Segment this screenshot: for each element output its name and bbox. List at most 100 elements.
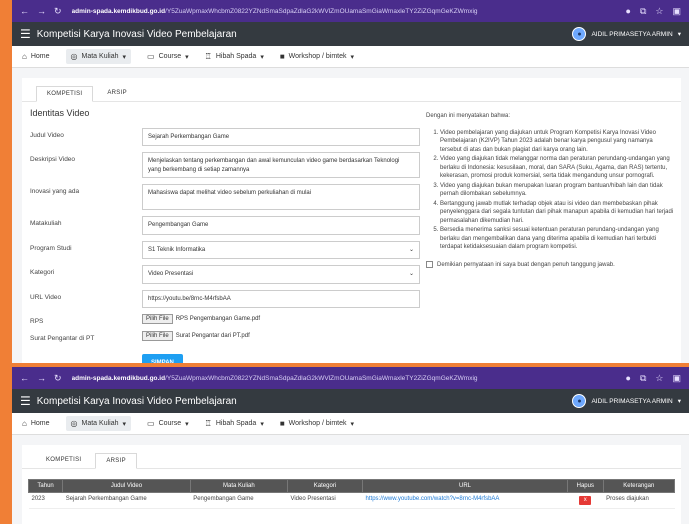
row-prodi: Program Studi S1 Teknik Informatika ⌄ xyxy=(30,240,420,260)
share-icon[interactable]: ⧉ xyxy=(640,6,646,17)
chevron-down-icon: ▾ xyxy=(260,420,264,428)
save-button[interactable]: SIMPAN xyxy=(142,353,183,363)
th-url: URL xyxy=(362,479,568,493)
th-kategori: Kategori xyxy=(286,479,364,493)
reload-icon[interactable]: ↻ xyxy=(54,6,62,17)
forward-icon[interactable]: → xyxy=(37,373,46,384)
back-icon[interactable]: ← xyxy=(20,373,29,384)
menu-workshop[interactable]: ■ Workshop / bimtek ▾ xyxy=(280,52,354,61)
menu-mata-kuliah[interactable]: ◎ Mata Kuliah ▾ xyxy=(65,49,131,64)
inovasi-label: Inovasi yang ada xyxy=(30,188,80,196)
cell-hapus: x xyxy=(567,492,604,509)
window-icon[interactable]: ▣ xyxy=(672,6,681,17)
agree-row: Demikian pernyataan ini saya buat dengan… xyxy=(426,261,675,270)
matakuliah-input[interactable]: Pengembangan Game xyxy=(142,216,420,235)
book-icon: ■ xyxy=(279,52,285,61)
window-icon[interactable]: ▣ xyxy=(672,373,681,384)
home-icon: ⌂ xyxy=(22,419,27,428)
prodi-select[interactable]: S1 Teknik Informatika ⌄ xyxy=(142,240,420,260)
menu-home[interactable]: ⌂ Home xyxy=(22,419,50,428)
deskripsi-label: Deskripsi Video xyxy=(30,156,76,164)
url-host: admin-spada.kemdikbud.go.id xyxy=(71,7,166,15)
row-deskripsi: Deskripsi Video Menjelaskan tentang perk… xyxy=(30,152,420,179)
user-name: AIDIL PRIMASETYA ARMIN xyxy=(591,397,673,405)
inovasi-textarea[interactable]: Mahasiswa dapat melihat video sebelum pe… xyxy=(142,184,420,211)
table-row: 2023 Sejarah Perkembangan Game Pengemban… xyxy=(28,492,675,509)
cell-kategori: Video Presentasi xyxy=(287,492,363,509)
star-icon[interactable]: ☆ xyxy=(655,6,663,17)
hamburger-icon[interactable]: ☰ xyxy=(20,394,31,408)
tab-kompetisi[interactable]: KOMPETISI xyxy=(36,453,91,468)
rps-choose-button[interactable]: Pilih File xyxy=(142,313,173,324)
chevron-down-icon: ▾ xyxy=(677,398,681,405)
tab-arsip[interactable]: ARSIP xyxy=(97,86,137,101)
menu-mata-kuliah[interactable]: ◎ Mata Kuliah ▾ xyxy=(65,416,131,431)
menu-hibah[interactable]: ♖ Hibah Spada ▾ xyxy=(205,419,264,428)
main-menu: ⌂ Home ◎ Mata Kuliah ▾ ▭ Course ▾ ♖ Hiba… xyxy=(12,46,689,68)
menu-hibah[interactable]: ♖ Hibah Spada ▾ xyxy=(205,52,264,61)
th-hapus: Hapus xyxy=(566,479,604,493)
row-surat: Surat Pengantar di PT Pilih File Surat P… xyxy=(30,330,420,342)
app-header: ☰ Kompetisi Karya Inovasi Video Pembelaj… xyxy=(12,22,689,46)
declaration-intro: Dengan ini menyatakan bahwa: xyxy=(426,113,511,119)
user-menu[interactable]: ● AIDIL PRIMASETYA ARMIN ▾ xyxy=(572,394,681,408)
surat-choose-button[interactable]: Pilih File xyxy=(142,330,173,341)
menu-hibah-label: Hibah Spada xyxy=(215,420,257,427)
declaration-item: Bertanggung jawab mutlak terhadap objek … xyxy=(440,200,675,226)
tab-kompetisi[interactable]: KOMPETISI xyxy=(36,86,94,102)
menu-hibah-label: Hibah Spada xyxy=(215,53,257,60)
menu-course[interactable]: ▭ Course ▾ xyxy=(147,419,189,428)
th-judul: Judul Video xyxy=(62,479,191,493)
menu-course-label: Course xyxy=(158,420,182,427)
kompetisi-card: KOMPETISI ARSIP Identitas Video Judul Vi… xyxy=(22,78,681,363)
row-judul: Judul Video Sejarah Perkembangan Game xyxy=(30,128,420,147)
tab-bar: KOMPETISI ARSIP xyxy=(22,78,681,102)
menu-workshop-label: Workshop / bimtek xyxy=(288,420,347,427)
share-icon[interactable]: ⧉ xyxy=(640,373,646,384)
chevron-down-icon: ▾ xyxy=(122,53,126,61)
judul-input[interactable]: Sejarah Perkembangan Game xyxy=(142,128,420,147)
browser-toolbar: ← → ↻ admin-spada.kemdikbud.go.id/Y5ZuaW… xyxy=(12,367,689,389)
agree-checkbox[interactable] xyxy=(426,261,433,269)
chevron-down-icon: ⌄ xyxy=(408,271,414,278)
url-path: /Y5ZuaWpmaxWhcbmZ0822YZNdSmaSdpaZdlaG2kW… xyxy=(165,7,478,15)
back-icon[interactable]: ← xyxy=(20,6,29,17)
user-menu[interactable]: ● AIDIL PRIMASETYA ARMIN ▾ xyxy=(572,27,681,41)
chevron-down-icon: ▾ xyxy=(122,420,126,428)
th-keterangan: Keterangan xyxy=(602,479,676,493)
menu-course[interactable]: ▭ Course ▾ xyxy=(147,52,189,61)
profile-icon[interactable]: ● xyxy=(626,373,631,384)
book-icon: ■ xyxy=(279,419,285,428)
menu-course-label: Course xyxy=(158,53,182,60)
deskripsi-textarea[interactable]: Menjelaskan tentang perkembangan dan awa… xyxy=(142,152,420,179)
browser-toolbar: ← → ↻ admin-spada.kemdikbud.go.id/Y5ZuaW… xyxy=(12,0,689,22)
kategori-select[interactable]: Video Presentasi ⌄ xyxy=(142,265,420,284)
delete-icon[interactable]: x xyxy=(579,496,592,505)
chevron-down-icon: ⌄ xyxy=(408,246,414,253)
avatar: ● xyxy=(572,394,587,408)
surat-file-input: Pilih File Surat Pengantar dari PT.pdf xyxy=(142,330,250,341)
url-label: URL Video xyxy=(30,293,62,301)
menu-home[interactable]: ⌂ Home xyxy=(22,52,50,61)
hamburger-icon[interactable]: ☰ xyxy=(20,27,31,41)
tab-arsip[interactable]: ARSIP xyxy=(95,453,137,469)
surat-label: Surat Pengantar di PT xyxy=(30,334,95,342)
app-header: ☰ Kompetisi Karya Inovasi Video Pembelaj… xyxy=(12,389,689,413)
menu-workshop[interactable]: ■ Workshop / bimtek ▾ xyxy=(280,419,354,428)
address-bar[interactable]: admin-spada.kemdikbud.go.id/Y5ZuaWpmaxWh… xyxy=(72,375,626,382)
user-name: AIDIL PRIMASETYA ARMIN xyxy=(591,30,673,38)
declaration-item: Video pembelajaran yang diajukan untuk P… xyxy=(440,129,675,155)
address-bar[interactable]: admin-spada.kemdikbud.go.id/Y5ZuaWpmaxWh… xyxy=(72,8,626,15)
table-header-row: Tahun Judul Video Mata Kuliah Kategori U… xyxy=(27,479,676,493)
forward-icon[interactable]: → xyxy=(37,6,46,17)
chevron-down-icon: ▾ xyxy=(260,53,264,61)
declaration-item: Video yang diajukan bukan merupakan luar… xyxy=(440,182,675,199)
rps-label: RPS xyxy=(30,317,44,325)
reload-icon[interactable]: ↻ xyxy=(54,373,62,384)
matakuliah-label: Matakuliah xyxy=(30,220,62,228)
star-icon[interactable]: ☆ xyxy=(655,373,663,384)
url-input[interactable]: https://youtu.be/8rnc-M4rfsbAA xyxy=(142,289,420,308)
menu-mata-kuliah-label: Mata Kuliah xyxy=(81,420,119,427)
cell-url-link[interactable]: https://www.youtube.com/watch?v=8rnc-M4r… xyxy=(362,492,568,509)
profile-icon[interactable]: ● xyxy=(626,6,631,17)
